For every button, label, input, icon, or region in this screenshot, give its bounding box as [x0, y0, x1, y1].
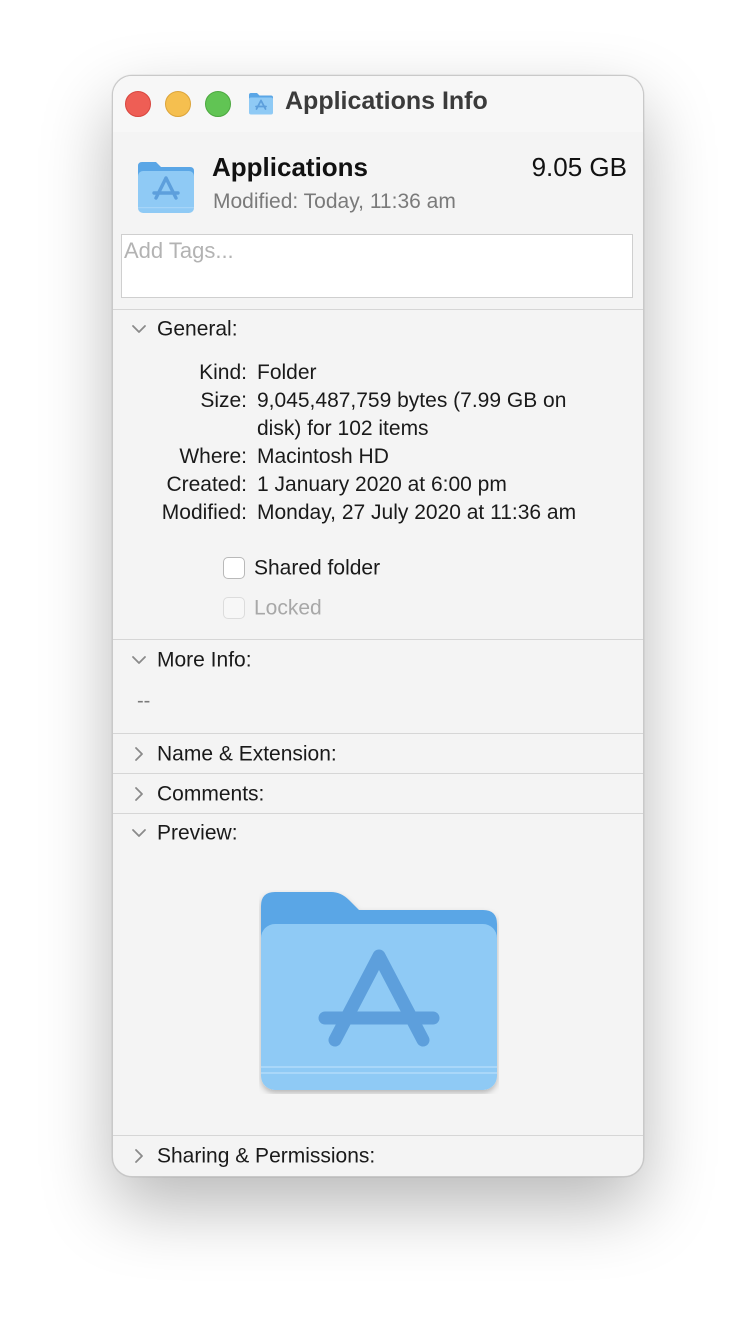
section-more-info-label: More Info:	[157, 648, 252, 672]
section-preview-label: Preview:	[157, 821, 238, 845]
title-bar[interactable]: Applications Info	[113, 76, 643, 132]
applications-folder-icon	[261, 892, 497, 1090]
section-sharing-permissions-header[interactable]: Sharing & Permissions:	[131, 1144, 375, 1172]
chevron-down-icon[interactable]	[131, 652, 147, 668]
info-window: Applications Info Applications 9.05 GB M…	[112, 75, 644, 1177]
divider	[113, 639, 643, 640]
zoom-button[interactable]	[205, 91, 231, 117]
section-general-label: General:	[157, 317, 238, 341]
kind-value: Folder	[257, 361, 317, 384]
section-preview-header[interactable]: Preview:	[131, 821, 238, 849]
modified-value: Monday, 27 July 2020 at 11:36 am	[257, 501, 577, 524]
shared-folder-checkbox[interactable]	[223, 557, 245, 580]
divider	[113, 309, 643, 310]
section-more-info-header[interactable]: More Info:	[131, 648, 252, 676]
shared-folder-label: Shared folder	[254, 556, 381, 580]
chevron-right-icon[interactable]	[131, 786, 147, 802]
modified-label: Modified:	[161, 501, 247, 524]
applications-folder-icon	[249, 93, 273, 115]
divider	[113, 773, 643, 774]
item-size: 9.05 GB	[531, 152, 627, 182]
chevron-down-icon[interactable]	[131, 825, 147, 841]
section-comments-label: Comments:	[157, 782, 265, 806]
where-value: Macintosh HD	[257, 445, 389, 468]
chevron-right-icon[interactable]	[131, 1148, 147, 1164]
section-name-extension-header[interactable]: Name & Extension:	[131, 742, 337, 770]
size-value-line1: 9,045,487,759 bytes (7.99 GB on	[257, 389, 567, 412]
applications-folder-icon	[138, 162, 194, 213]
size-label: Size:	[200, 389, 247, 412]
tags-input[interactable]	[121, 234, 633, 298]
created-label: Created:	[166, 473, 247, 496]
section-sharing-permissions-label: Sharing & Permissions:	[157, 1144, 376, 1168]
where-label: Where:	[179, 445, 247, 468]
divider	[113, 733, 643, 734]
item-name: Applications	[212, 152, 369, 182]
divider	[113, 813, 643, 814]
locked-row: Locked	[223, 596, 322, 620]
close-button[interactable]	[125, 91, 151, 117]
section-comments-header[interactable]: Comments:	[131, 782, 264, 810]
minimize-button[interactable]	[165, 91, 191, 117]
locked-checkbox	[223, 597, 245, 620]
more-info-value: --	[137, 690, 151, 712]
locked-label: Locked	[254, 596, 322, 620]
section-general-header[interactable]: General:	[131, 317, 238, 345]
window-title: Applications Info	[285, 87, 488, 115]
shared-folder-row[interactable]: Shared folder	[223, 556, 380, 580]
item-modified: Modified: Today, 11:36 am	[213, 190, 456, 213]
chevron-down-icon[interactable]	[131, 321, 147, 337]
size-value-line2: disk) for 102 items	[257, 417, 429, 440]
chevron-right-icon[interactable]	[131, 746, 147, 762]
kind-label: Kind:	[199, 361, 247, 384]
section-name-extension-label: Name & Extension:	[157, 742, 337, 766]
divider	[113, 1135, 643, 1136]
created-value: 1 January 2020 at 6:00 pm	[257, 473, 507, 496]
